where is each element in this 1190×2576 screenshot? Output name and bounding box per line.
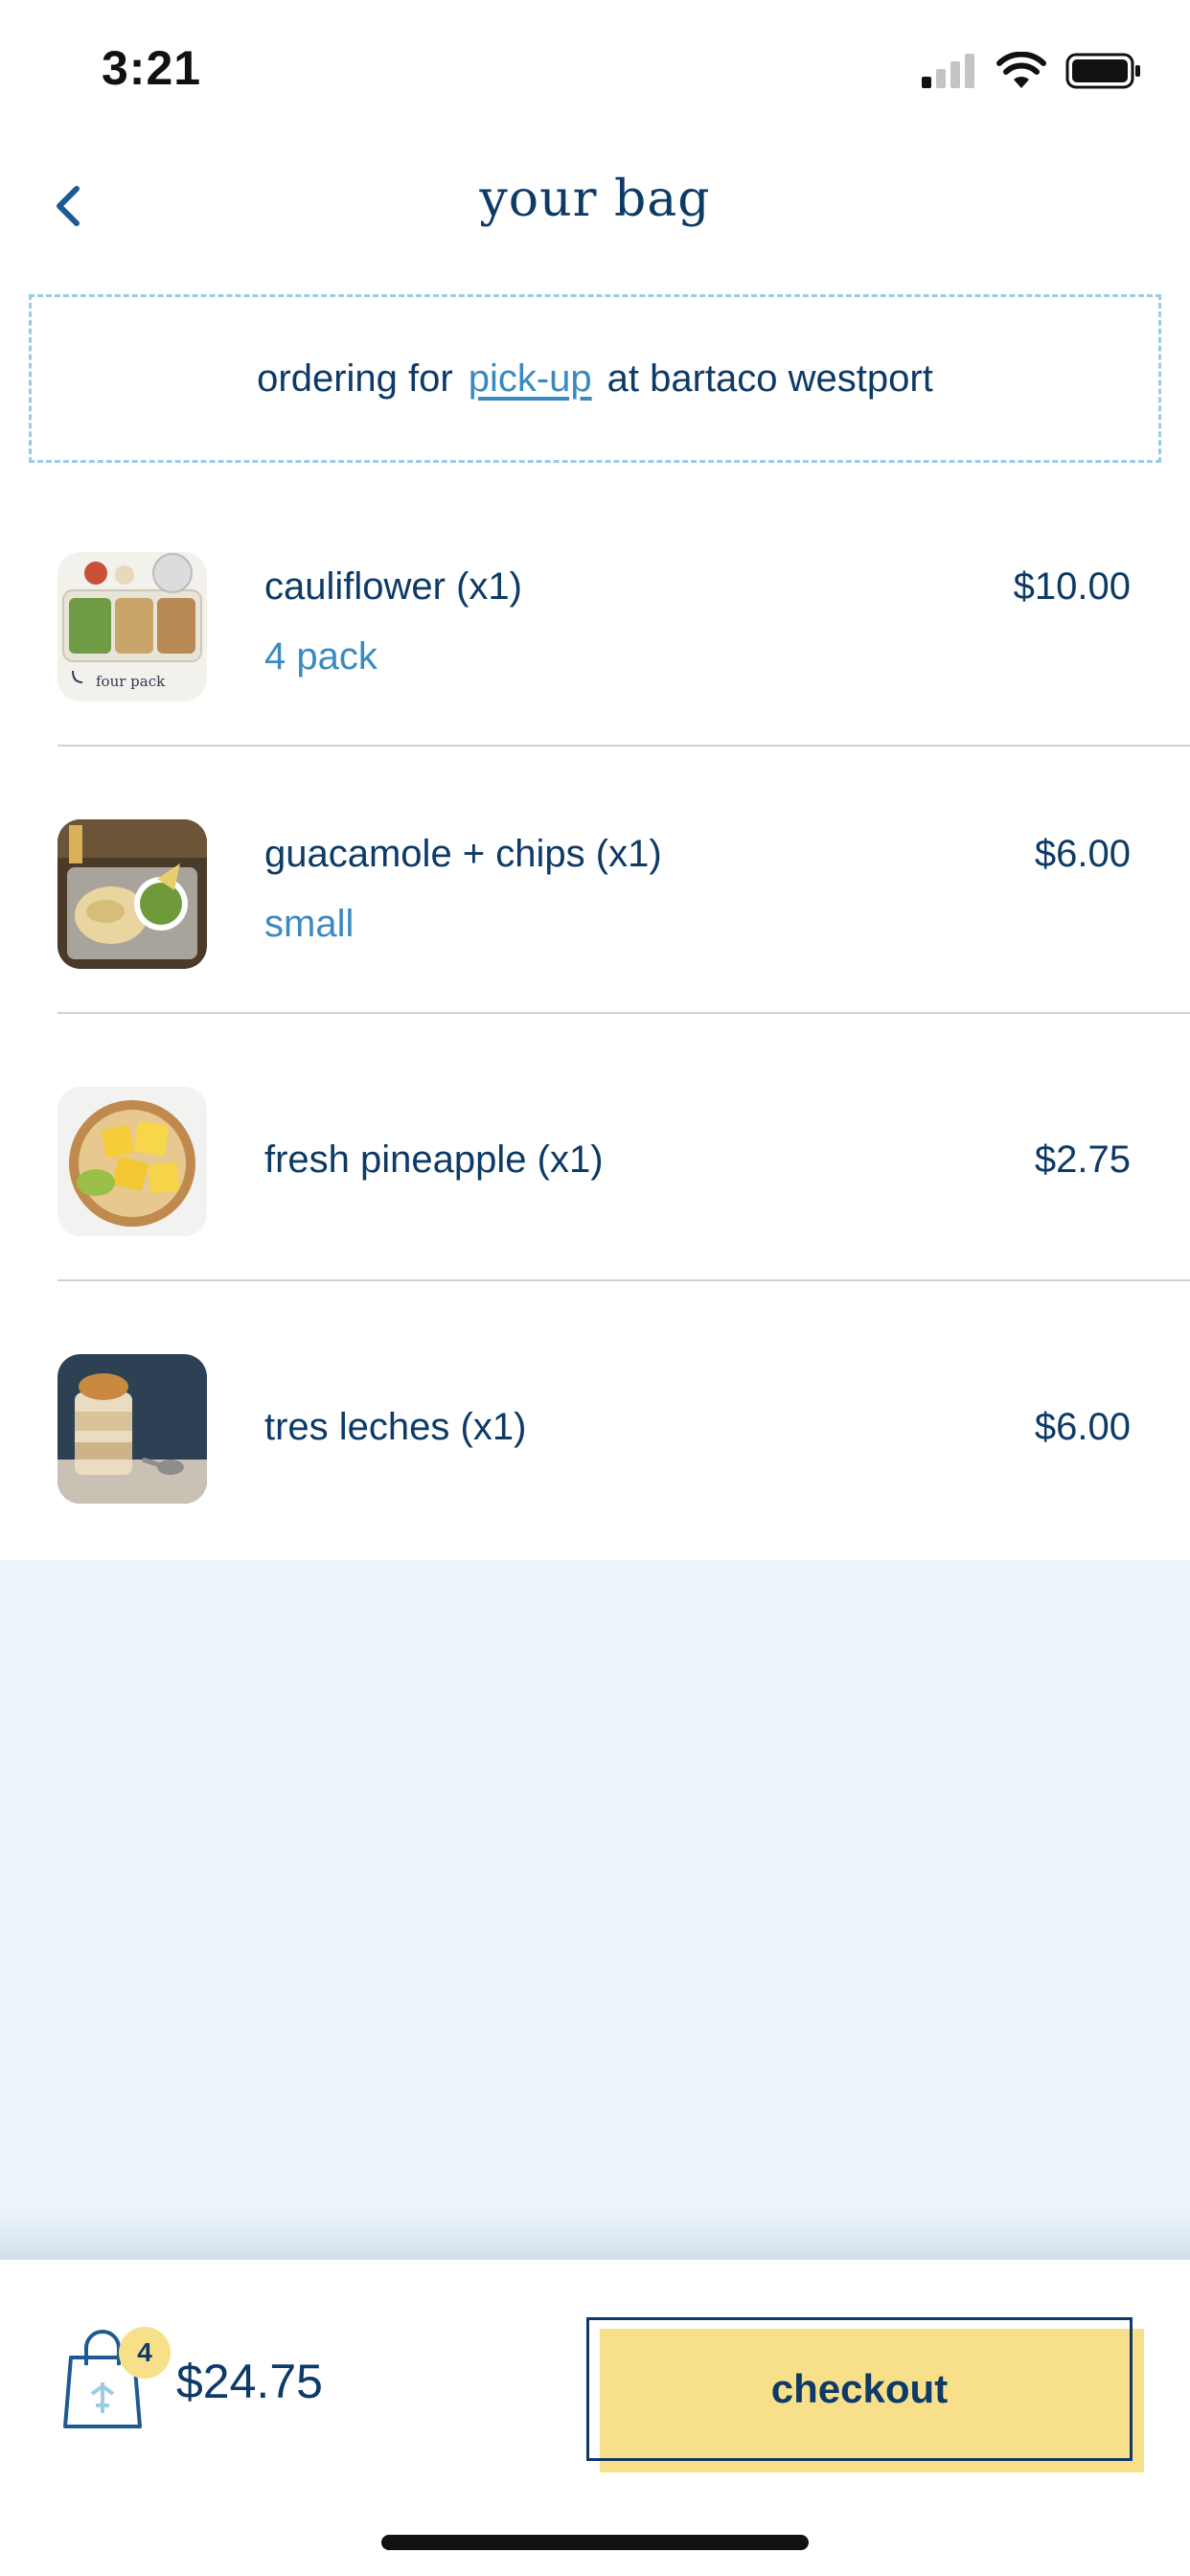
bottom-bar: 4 $24.75 checkout [0,2260,1190,2576]
signal-icon [922,54,974,88]
item-price: $2.75 [1034,1138,1131,1181]
item-thumbnail [57,819,207,969]
checkout-button[interactable]: checkout [586,2317,1133,2461]
pickup-banner: ordering for pick-up at bartaco westport [29,294,1161,463]
item-name: tres leches (x1) [264,1406,527,1448]
item-thumbnail: four pack [57,552,207,702]
item-price: $10.00 [1013,565,1131,608]
status-bar: 3:21 [0,0,1190,144]
home-indicator[interactable] [381,2535,809,2550]
status-time: 3:21 [102,41,202,95]
header: your bag [0,144,1190,268]
item-thumbnail [57,1087,207,1236]
page-title: your bag [479,171,711,228]
pickup-mode-link[interactable]: pick-up [469,357,592,401]
screen: 3:21 your bag ordering for pick-up at ba… [0,0,1190,2576]
checkout-wrapper: checkout [586,2317,1144,2472]
item-option: 4 pack [264,635,378,678]
status-icons [920,50,1142,92]
bag-item-cauliflower[interactable]: four pack cauliflower (x1) 4 pack $10.00 [0,479,1190,747]
bottom-bar-shadow [0,2212,1190,2260]
cart-total: $24.75 [176,2355,323,2408]
empty-area [0,1560,1190,2260]
bag-item-tres-leches[interactable]: tres leches (x1) $6.00 [0,1281,1190,1549]
cart-count-badge: 4 [119,2327,171,2379]
item-name: guacamole + chips (x1) [264,833,662,875]
battery-icon [1065,53,1140,89]
item-price: $6.00 [1034,833,1131,875]
bag-item-fresh-pineapple[interactable]: fresh pineapple (x1) $2.75 [0,1014,1190,1281]
pickup-location: at bartaco westport [606,356,933,400]
item-thumbnail [57,1354,207,1504]
bag-items-list: four pack cauliflower (x1) 4 pack $10.00 [0,479,1190,1549]
item-price: $6.00 [1034,1406,1131,1448]
wifi-icon [996,52,1046,88]
bag-item-guacamole-chips[interactable]: guacamole + chips (x1) small $6.00 [0,747,1190,1014]
item-name: fresh pineapple (x1) [264,1138,604,1181]
thumb-caption: four pack [96,673,166,690]
item-name: cauliflower (x1) [264,565,522,608]
pickup-prefix: ordering for [257,356,453,400]
item-option: small [264,903,355,945]
